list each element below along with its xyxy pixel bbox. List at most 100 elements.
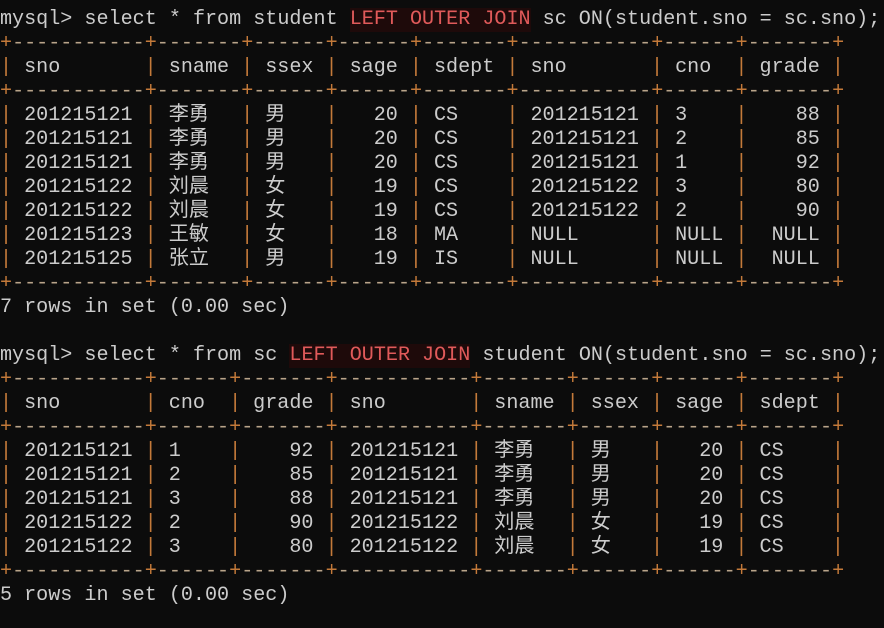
- border-dashes: ------: [156, 368, 230, 391]
- border-dashes: -----------: [12, 80, 145, 103]
- table-row: | 201215122 | 3 | 80 | 201215122 | 刘晨 | 女 | 19 | CS |: [0, 536, 880, 560]
- table-row: | 201215121 | 李勇 | 男 | 20 | CS | 201215121 | 1 | 92 |: [0, 152, 880, 176]
- border-corner: +: [651, 272, 664, 295]
- table-cell: NULL: [530, 224, 579, 247]
- command-line: mysql> select * from sc LEFT OUTER JOIN …: [0, 344, 880, 368]
- table-cell: 李勇: [494, 440, 535, 463]
- table-cell: 20: [373, 104, 398, 127]
- column-separator: |: [506, 56, 519, 79]
- column-separator: |: [325, 488, 338, 511]
- border-corner: +: [470, 368, 483, 391]
- table-border: + ----------- + ------- + ------ + ------ + -----…: [0, 272, 880, 296]
- column-separator: |: [651, 464, 664, 487]
- column-separator: |: [409, 152, 422, 175]
- column-separator: |: [241, 224, 254, 247]
- border-corner: +: [566, 368, 579, 391]
- table-cell: 88: [289, 488, 314, 511]
- table-header-row: | sno | cno | grade | sno | sname | ssex | sage | sdept…: [0, 392, 880, 416]
- column-separator: |: [831, 224, 844, 247]
- column-separator: |: [566, 440, 579, 463]
- column-separator: |: [470, 392, 483, 415]
- prompt: mysql>: [0, 344, 85, 367]
- column-separator: |: [651, 176, 664, 199]
- table-cell: CS: [759, 536, 784, 559]
- border-corner: +: [241, 272, 254, 295]
- table-cell: 201215121: [349, 464, 459, 487]
- table-cell: 19: [699, 512, 724, 535]
- table-cell: 2: [675, 200, 688, 223]
- column-separator: |: [144, 536, 157, 559]
- table-cell: 201215122: [24, 176, 133, 199]
- border-corner: +: [566, 560, 579, 583]
- column-separator: |: [470, 464, 483, 487]
- column-header: ssex: [265, 56, 314, 79]
- border-corner: +: [410, 80, 423, 103]
- table-cell: 男: [590, 440, 611, 463]
- border-dashes: -----------: [518, 32, 652, 55]
- column-separator: |: [0, 104, 13, 127]
- column-separator: |: [831, 440, 844, 463]
- column-separator: |: [831, 536, 844, 559]
- column-separator: |: [0, 512, 13, 535]
- column-separator: |: [0, 248, 13, 271]
- table-cell: CS: [434, 128, 459, 151]
- border-corner: +: [229, 368, 242, 391]
- column-separator: |: [325, 512, 338, 535]
- border-dashes: -------: [422, 272, 507, 295]
- column-separator: |: [241, 128, 254, 151]
- border-corner: +: [144, 272, 157, 295]
- column-separator: |: [735, 392, 748, 415]
- column-separator: |: [325, 248, 338, 271]
- column-separator: |: [325, 224, 338, 247]
- table-cell: 201215121: [349, 488, 459, 511]
- table-cell: MA: [434, 224, 459, 247]
- terminal-output[interactable]: mysql> select * from student LEFT OUTER …: [0, 8, 880, 608]
- border-corner: +: [241, 80, 254, 103]
- column-separator: |: [325, 176, 338, 199]
- border-dashes: -------: [156, 272, 242, 295]
- column-separator: |: [470, 512, 483, 535]
- border-dashes: ------: [337, 80, 411, 103]
- border-corner: +: [832, 560, 845, 583]
- table-cell: 李勇: [168, 152, 209, 175]
- table-cell: IS: [434, 248, 459, 271]
- table-cell: 201215121: [530, 104, 639, 127]
- command-keyword: LEFT OUTER JOIN: [289, 344, 471, 368]
- border-corner: +: [470, 416, 483, 439]
- table-cell: 19: [699, 536, 724, 559]
- border-dashes: -----------: [518, 80, 652, 103]
- table-cell: NULL: [771, 224, 820, 247]
- table-border: + ----------- + ------ + ------- + ----------- +…: [0, 560, 880, 584]
- table-cell: 3: [168, 488, 181, 511]
- border-dashes: -------: [422, 32, 507, 55]
- column-separator: |: [735, 56, 748, 79]
- border-corner: +: [506, 272, 519, 295]
- column-separator: |: [0, 440, 13, 463]
- column-separator: |: [409, 200, 422, 223]
- column-separator: |: [831, 512, 844, 535]
- command-line: mysql> select * from student LEFT OUTER …: [0, 8, 880, 32]
- column-separator: |: [229, 536, 242, 559]
- table-cell: 男: [265, 128, 286, 151]
- column-separator: |: [0, 488, 13, 511]
- table-cell: 20: [373, 152, 398, 175]
- column-separator: |: [409, 224, 422, 247]
- table-cell: 李勇: [168, 128, 209, 151]
- column-header: sname: [494, 392, 555, 415]
- border-corner: +: [735, 560, 748, 583]
- column-separator: |: [506, 248, 519, 271]
- border-dashes: -----------: [12, 560, 145, 583]
- border-corner: +: [144, 32, 157, 55]
- column-separator: |: [735, 224, 748, 247]
- column-separator: |: [651, 152, 664, 175]
- border-corner: +: [0, 80, 13, 103]
- table-cell: 88: [795, 104, 820, 127]
- table-cell: 92: [289, 440, 314, 463]
- border-dashes: -------: [747, 80, 833, 103]
- column-separator: |: [470, 440, 483, 463]
- border-dashes: -------: [747, 560, 833, 583]
- table-cell: 201215122: [24, 512, 133, 535]
- border-dashes: -------: [482, 368, 567, 391]
- table-cell: 80: [795, 176, 820, 199]
